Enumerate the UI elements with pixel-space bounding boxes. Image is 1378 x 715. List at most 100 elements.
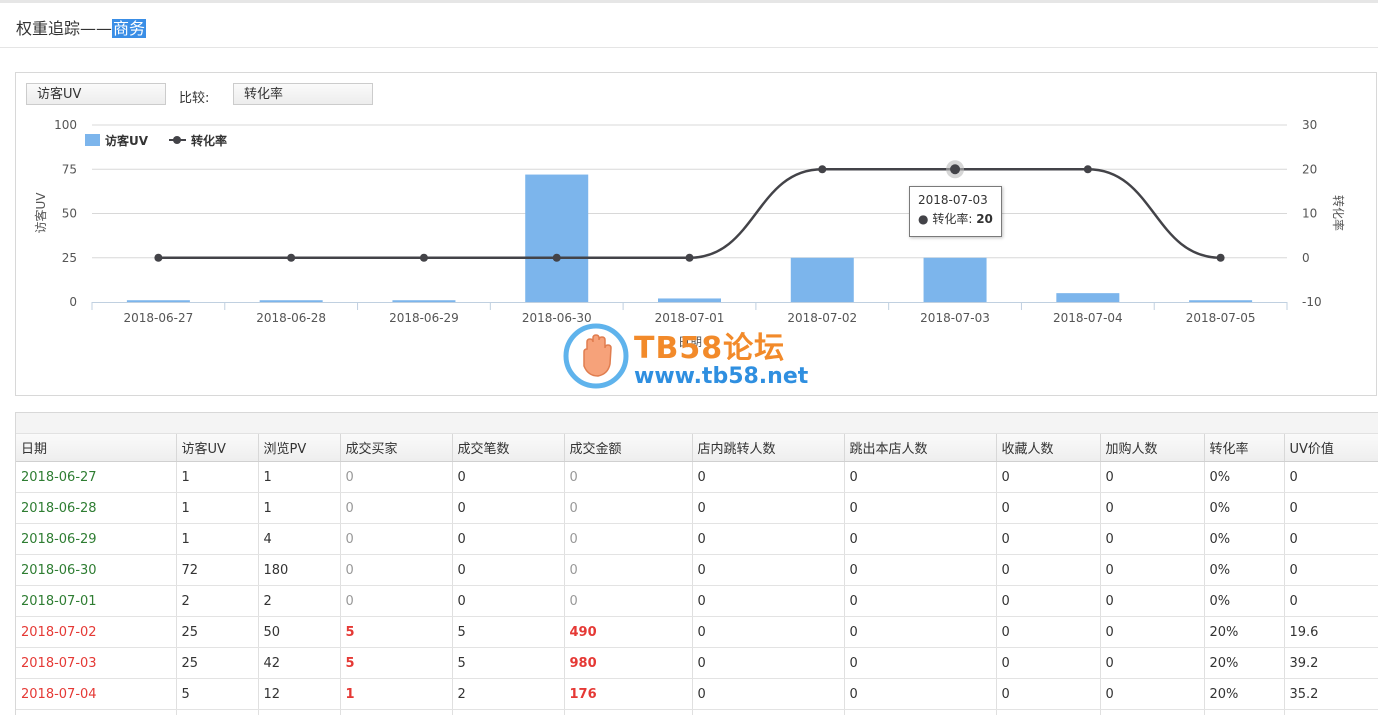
tooltip-label: 转化率: xyxy=(932,212,973,226)
y-tick-label: 75 xyxy=(62,162,77,176)
table-cell: 0 xyxy=(996,709,1101,715)
table-cell: 490 xyxy=(564,616,693,648)
column-header[interactable]: 浏览PV xyxy=(258,434,341,462)
table-cell: 0 xyxy=(1284,585,1378,617)
table-cell: 0 xyxy=(1284,709,1378,715)
point xyxy=(950,164,961,175)
table-cell: 0 xyxy=(1284,461,1378,493)
column-header[interactable]: 转化率 xyxy=(1204,434,1285,462)
table-header-row: 日期 访客UV 浏览PV 成交买家 成交笔数 成交金额 店内跳转人数 跳出本店人数 收藏人数 加购… xyxy=(16,434,1378,462)
bar xyxy=(525,174,589,302)
x-tick-label: 2018-07-02 xyxy=(787,311,857,325)
table-cell: 0 xyxy=(692,492,845,524)
column-header[interactable]: 成交金额 xyxy=(564,434,693,462)
table-cell: 0 xyxy=(996,616,1101,648)
bar xyxy=(1056,293,1120,302)
x-tick-label: 2018-07-01 xyxy=(655,311,725,325)
table-cell: 0 xyxy=(340,523,453,555)
table-cell[interactable]: 2018-07-02 xyxy=(16,616,177,648)
y-axis-label: 访客UV xyxy=(33,192,48,234)
table-cell[interactable]: 2018-07-01 xyxy=(16,585,177,617)
column-header[interactable]: 日期 xyxy=(16,434,177,462)
table-cell: 0 xyxy=(996,523,1101,555)
column-header[interactable]: 店内跳转人数 xyxy=(692,434,845,462)
table-row: 2018-06-30 72 180 0 0 0 0 0 0 0 0% 0 xyxy=(16,554,1378,586)
table-cell[interactable]: 2018-07-05 xyxy=(16,709,177,715)
table-cell: 1 xyxy=(176,492,259,524)
table-cell: 1 xyxy=(258,709,341,715)
table-cell[interactable]: 2018-07-04 xyxy=(16,678,177,710)
table-cell: 5 xyxy=(452,647,565,679)
table-cell[interactable]: 2018-06-27 xyxy=(16,461,177,493)
table-row: 2018-07-01 2 2 0 0 0 0 0 0 0 0% 0 xyxy=(16,585,1378,617)
point xyxy=(154,253,163,262)
tooltip-value: 20 xyxy=(976,212,993,226)
x-tick-label: 2018-07-03 xyxy=(920,311,990,325)
table-cell: 0 xyxy=(340,554,453,586)
table-cell: 1 xyxy=(258,492,341,524)
table-cell[interactable]: 2018-06-29 xyxy=(16,523,177,555)
table-cell: 25 xyxy=(176,616,259,648)
table-cell: 0 xyxy=(1100,492,1205,524)
column-header[interactable]: 跳出本店人数 xyxy=(844,434,997,462)
table-cell: 35.2 xyxy=(1284,678,1378,710)
x-tick-label: 2018-06-29 xyxy=(389,311,459,325)
column-header[interactable]: 成交买家 xyxy=(340,434,453,462)
table-cell: 0 xyxy=(996,585,1101,617)
table-cell[interactable]: 2018-06-28 xyxy=(16,492,177,524)
data-table: 日期 访客UV 浏览PV 成交买家 成交笔数 成交金额 店内跳转人数 跳出本店人数 收藏人数 加购… xyxy=(16,434,1378,715)
table-cell: 0 xyxy=(1100,554,1205,586)
table-cell: 0% xyxy=(1204,523,1285,555)
tooltip-bullet-icon: ● xyxy=(918,212,929,226)
point xyxy=(1216,253,1225,262)
x-tick-label: 2018-06-27 xyxy=(124,311,194,325)
column-header[interactable]: 成交笔数 xyxy=(452,434,565,462)
legend-bar-swatch xyxy=(85,134,100,146)
x-tick-label: 2018-06-28 xyxy=(256,311,326,325)
table-row: 2018-07-051100000000%0 xyxy=(16,709,1378,715)
column-header[interactable]: 收藏人数 xyxy=(996,434,1101,462)
table-cell: 0 xyxy=(564,492,693,524)
table-cell: 0 xyxy=(692,616,845,648)
column-header[interactable]: 加购人数 xyxy=(1100,434,1205,462)
table-cell: 0 xyxy=(996,678,1101,710)
y-right-tick-label: 20 xyxy=(1302,162,1317,176)
table-cell: 0% xyxy=(1204,554,1285,586)
table-cell: 0 xyxy=(564,585,693,617)
table-cell: 0% xyxy=(1204,709,1285,715)
table-cell: 0 xyxy=(692,678,845,710)
x-tick-label: 2018-06-30 xyxy=(522,311,592,325)
table-cell: 0 xyxy=(844,678,997,710)
y-right-tick-label: 30 xyxy=(1302,118,1317,132)
table-cell[interactable]: 2018-06-30 xyxy=(16,554,177,586)
table-cell: 25 xyxy=(176,647,259,679)
table-cell: 0 xyxy=(844,616,997,648)
chart-panel: 访客UV 比较: 转化率 100 75 50 25 0 30 20 10 0 -10 2018-06… xyxy=(15,72,1377,396)
table-cell: 0 xyxy=(1284,554,1378,586)
table-cell: 0 xyxy=(1100,523,1205,555)
table-cell: 5 xyxy=(340,647,453,679)
column-header[interactable]: UV价值 xyxy=(1284,434,1378,462)
table-cell: 0 xyxy=(564,461,693,493)
column-header[interactable]: 访客UV xyxy=(176,434,259,462)
table-cell: 176 xyxy=(564,678,693,710)
bar xyxy=(923,257,987,302)
table-cell: 5 xyxy=(340,616,453,648)
table-cell: 0 xyxy=(452,554,565,586)
table-cell: 0 xyxy=(844,647,997,679)
bar xyxy=(126,300,190,302)
point xyxy=(818,165,827,174)
table-cell: 0 xyxy=(692,585,845,617)
table-cell: 0 xyxy=(996,492,1101,524)
table-cell: 0 xyxy=(1100,616,1205,648)
table-cell: 1 xyxy=(340,678,453,710)
table-cell: 0 xyxy=(340,709,453,715)
table-cell: 0 xyxy=(844,709,997,715)
table-cell: 19.6 xyxy=(1284,616,1378,648)
y-tick-label: 0 xyxy=(69,295,77,309)
table-row: 2018-07-02 25 50 5 5 490 0 0 0 0 20% 19.6 xyxy=(16,616,1378,648)
legend-point-swatch xyxy=(173,136,181,144)
y-right-tick-label: 0 xyxy=(1302,251,1310,265)
table-cell: 0 xyxy=(692,647,845,679)
table-cell[interactable]: 2018-07-03 xyxy=(16,647,177,679)
